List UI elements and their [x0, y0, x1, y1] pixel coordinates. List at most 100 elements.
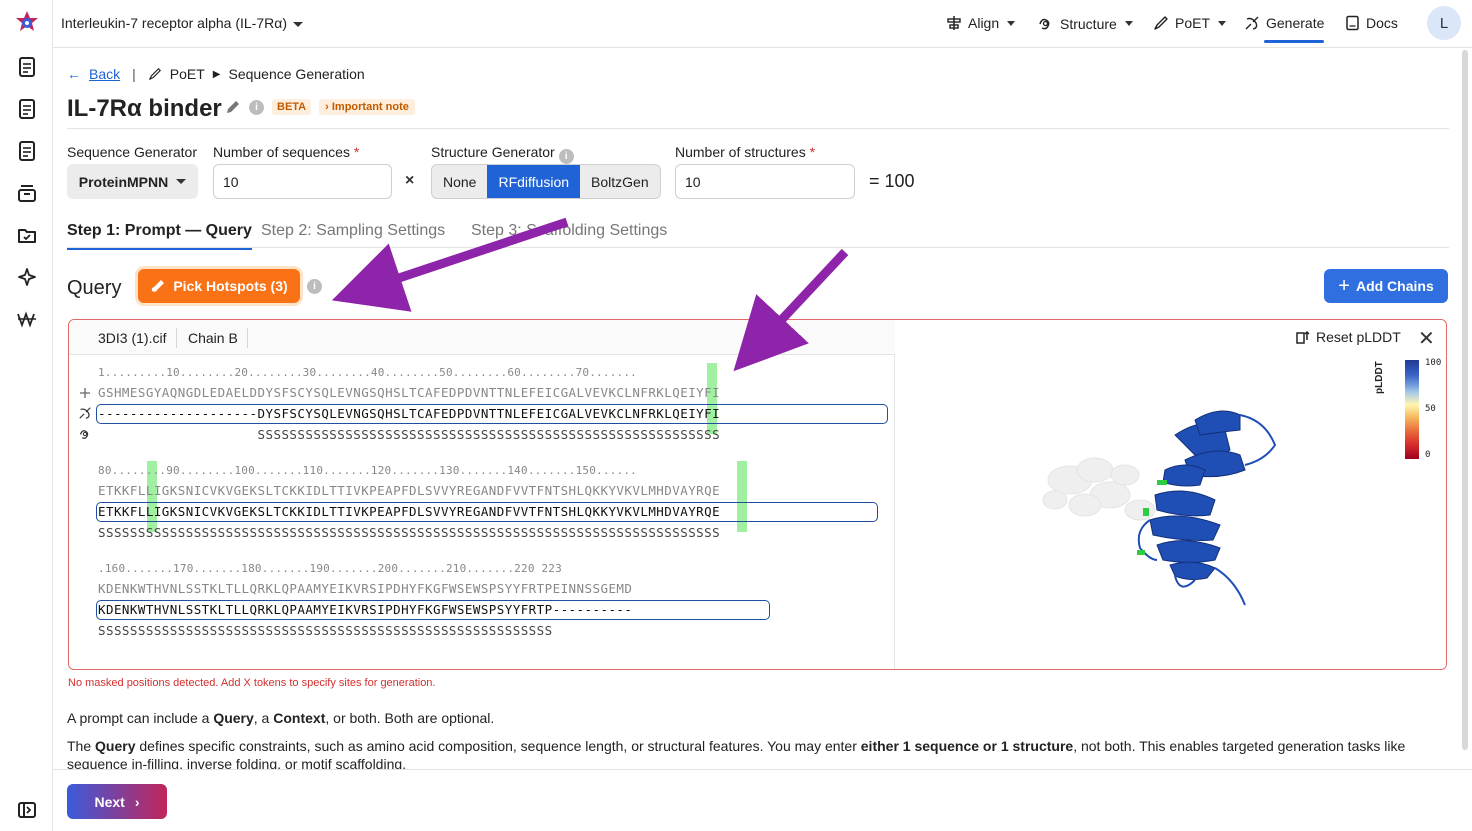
number-of-sequences-label-text: Number of sequences — [213, 144, 350, 160]
query-sequence: KDENKWTHVNLSSTKLTLLQRKLQPAAMYEIKVRSIPDHY… — [98, 602, 633, 617]
required-asterisk: * — [809, 144, 816, 160]
align-icon — [947, 16, 961, 30]
nav-align[interactable]: Align — [946, 15, 1016, 31]
breadcrumb-poet[interactable]: PoET — [170, 66, 205, 82]
document-icon[interactable] — [16, 56, 38, 78]
description-paragraph: A prompt can include a Query, a Context,… — [67, 709, 1437, 727]
required-asterisk: * — [353, 144, 360, 160]
structure-icon — [79, 430, 89, 439]
info-icon[interactable]: i — [249, 99, 264, 115]
breadcrumb: ← Back | PoET ▶ Sequence Generation — [67, 66, 365, 82]
add-chains-label: Add Chains — [1355, 278, 1434, 294]
edit-pencil-icon[interactable] — [225, 99, 241, 115]
chevron-right-icon: › — [325, 101, 329, 113]
tab-step-3[interactable]: Step 3: Scaffolding Settings — [471, 222, 667, 240]
sequence-generator-label-text: Sequence Generator — [67, 144, 197, 160]
chain-label[interactable]: Chain B — [188, 330, 238, 346]
description-text: defines specific constraints, such as am… — [135, 738, 861, 754]
secondary-structure: SSSSSSSSSSSSSSSSSSSSSSSSSSSSSSSSSSSSSSSS… — [98, 427, 721, 442]
chevron-down-icon — [292, 21, 303, 27]
nav-poet-label: PoET — [1175, 15, 1211, 31]
tab-step-1[interactable]: Step 1: Prompt — Query — [67, 222, 252, 250]
chevron-down-icon — [1218, 20, 1227, 26]
brush-icon — [152, 280, 165, 292]
poet-icon — [1154, 16, 1168, 30]
sequence-pane: 3DI3 (1).cif Chain B 1.........10.......… — [69, 320, 895, 669]
back-link[interactable]: Back — [89, 66, 120, 82]
nav-structure[interactable]: Structure — [1037, 15, 1133, 32]
generate-icon — [1245, 16, 1259, 30]
structure-icon — [1039, 18, 1050, 30]
description-text: , or both. Both are optional. — [325, 710, 495, 726]
total-count: = 100 — [869, 171, 915, 191]
divider — [247, 328, 248, 348]
next-button[interactable]: Next › — [67, 784, 167, 819]
project-selector[interactable]: Interleukin-7 receptor alpha (IL-7Rα) — [61, 15, 303, 31]
nav-poet[interactable]: PoET — [1153, 15, 1227, 31]
structure-viewer[interactable]: Reset pLDDT ✕ pLDDT 100 50 0 — [895, 320, 1447, 669]
structure-option-rfdiffusion[interactable]: RFdiffusion — [487, 165, 581, 198]
divider — [67, 128, 1449, 129]
document-icon[interactable] — [16, 98, 38, 120]
breadcrumb-current: Sequence Generation — [228, 66, 365, 82]
query-editor: 3DI3 (1).cif Chain B 1.........10.......… — [68, 319, 1447, 670]
waveform-icon[interactable] — [16, 308, 38, 330]
number-of-sequences-input[interactable]: 10 — [213, 164, 392, 199]
sequence-pane-header: 3DI3 (1).cif Chain B — [69, 320, 895, 355]
protein-3d-structure[interactable] — [895, 320, 1447, 669]
file-name[interactable]: 3DI3 (1).cif — [98, 330, 166, 346]
chevron-down-icon — [176, 179, 187, 184]
breadcrumb-separator: | — [132, 66, 136, 82]
description-paragraph: The Query defines specific constraints, … — [67, 737, 1437, 773]
reference-sequence: KDENKWTHVNLSSTKLTLLQRKLQPAAMYEIKVRSIPDHY… — [98, 581, 633, 596]
sequence-generator-dropdown[interactable]: ProteinMPNN — [67, 164, 198, 199]
step-tabs: Step 1: Prompt — Query Step 2: Sampling … — [67, 220, 1449, 250]
important-note-toggle[interactable]: › Important note — [319, 99, 415, 115]
user-avatar[interactable]: L — [1427, 6, 1461, 40]
reference-row-icon — [80, 388, 90, 398]
nav-align-label: Align — [968, 15, 1000, 31]
structure-option-none[interactable]: None — [432, 165, 487, 198]
info-icon[interactable]: i — [558, 149, 574, 164]
project-title: Interleukin-7 receptor alpha (IL-7Rα) — [61, 15, 287, 31]
beta-badge: BETA — [272, 99, 312, 115]
tab-step-2[interactable]: Step 2: Sampling Settings — [261, 222, 445, 240]
info-icon[interactable]: i — [307, 279, 322, 294]
page-title: IL-7Rα binder — [67, 95, 222, 122]
pick-hotspots-label: Pick Hotspots (3) — [173, 278, 288, 294]
nav-generate[interactable]: Generate — [1244, 15, 1325, 43]
expand-sidebar-icon[interactable] — [16, 799, 38, 821]
chevron-down-icon — [1124, 21, 1133, 26]
add-chains-button[interactable]: + Add Chains — [1324, 269, 1448, 303]
sequence-ruler: .160.......170.......180.......190......… — [98, 562, 562, 575]
number-of-structures-input[interactable]: 10 — [675, 164, 855, 199]
nav-docs-label: Docs — [1366, 15, 1398, 31]
reference-sequence: GSHMESGYAQNGDLEDAELDDYSFSCYSQLEVNGSQHSLT… — [98, 385, 721, 400]
important-note-label: Important note — [331, 101, 409, 113]
pick-hotspots-button[interactable]: Pick Hotspots (3) — [138, 269, 300, 303]
docs-icon — [1346, 15, 1359, 31]
structure-generator-label: Structure Generator i — [431, 144, 574, 164]
number-of-structures-label: Number of structures * — [675, 144, 815, 160]
structure-option-boltzgen[interactable]: BoltzGen — [580, 165, 660, 198]
page-scrollbar[interactable] — [1462, 50, 1468, 750]
bottom-action-bar: Next › — [53, 769, 1472, 831]
app-logo-icon[interactable] — [14, 10, 40, 36]
query-sequence: ETKKFLLIGKSNICVKVGEKSLTCKKIDLTTIVKPEAPFD… — [98, 504, 721, 519]
nav-docs[interactable]: Docs — [1345, 15, 1398, 31]
folder-check-icon[interactable] — [16, 224, 38, 246]
left-sidebar — [0, 0, 53, 831]
description-text: , a — [253, 710, 274, 726]
divider — [176, 328, 177, 348]
sparkle-icon[interactable] — [16, 266, 38, 288]
document-icon[interactable] — [16, 140, 38, 162]
number-of-sequences-label: Number of sequences * — [213, 144, 359, 160]
plus-icon: + — [1338, 275, 1350, 297]
nav-generate-label: Generate — [1266, 15, 1325, 31]
description-bold: Context — [273, 710, 326, 726]
structure-generator-segmented: None RFdiffusion BoltzGen — [431, 164, 661, 199]
description-bold: either 1 sequence or 1 structure — [860, 738, 1074, 754]
sequence-generator-label: Sequence Generator — [67, 144, 197, 160]
back-arrow-icon: ← — [67, 66, 81, 82]
archive-icon[interactable] — [16, 182, 38, 204]
